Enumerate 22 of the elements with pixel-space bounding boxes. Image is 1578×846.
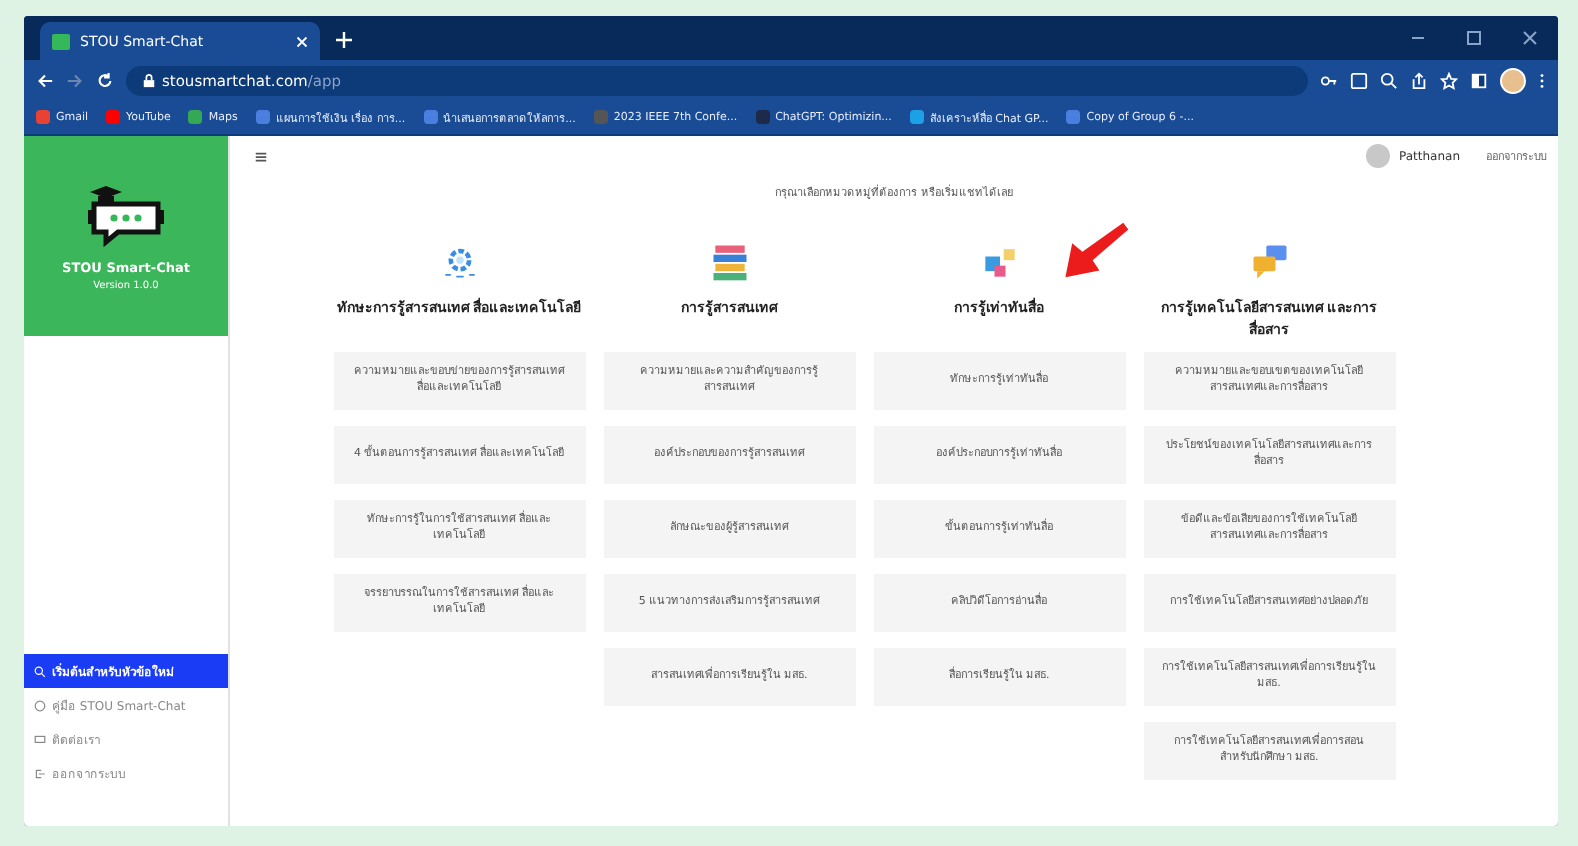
pointer-arrow-annotation bbox=[1062, 218, 1130, 282]
search-icon bbox=[34, 665, 46, 677]
profile-avatar[interactable] bbox=[1500, 67, 1526, 93]
close-icon[interactable] bbox=[1522, 30, 1538, 46]
chat-bubble-logo-icon bbox=[86, 180, 166, 248]
lock-icon bbox=[142, 73, 156, 87]
maximize-icon[interactable] bbox=[1466, 30, 1482, 46]
key-icon[interactable] bbox=[1320, 71, 1338, 89]
share-icon[interactable] bbox=[1410, 71, 1428, 89]
reload-icon[interactable] bbox=[96, 71, 114, 89]
user-avatar bbox=[1365, 144, 1389, 168]
logout-icon bbox=[34, 767, 46, 779]
message-icon bbox=[34, 733, 46, 745]
zoom-icon[interactable] bbox=[1380, 71, 1398, 89]
star-icon[interactable] bbox=[1440, 71, 1458, 89]
menu-icon[interactable] bbox=[254, 149, 268, 163]
sidebar-panel-icon[interactable] bbox=[1470, 71, 1488, 89]
new-tab-icon[interactable] bbox=[336, 32, 352, 48]
back-arrow-icon[interactable] bbox=[36, 71, 54, 89]
app-favicon-icon bbox=[52, 33, 70, 49]
circle-icon bbox=[34, 699, 46, 711]
more-icon[interactable] bbox=[1538, 71, 1546, 89]
